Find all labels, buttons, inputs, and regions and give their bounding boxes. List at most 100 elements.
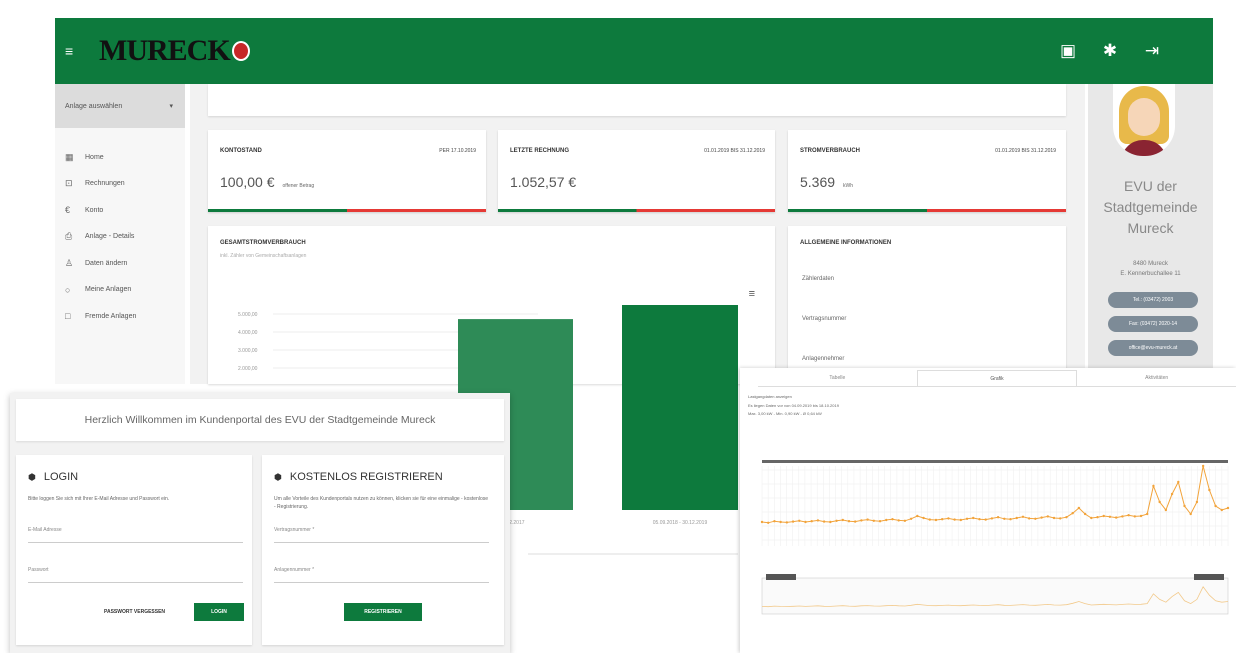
load-point[interactable] (1164, 508, 1168, 512)
load-point[interactable] (1077, 506, 1081, 510)
load-point[interactable] (1127, 514, 1130, 517)
load-point[interactable] (841, 518, 844, 522)
load-point[interactable] (934, 518, 938, 522)
register-button[interactable]: REGISTRIEREN (344, 603, 422, 621)
load-point[interactable] (1102, 514, 1105, 518)
sidebar-item-konto[interactable]: € Konto (55, 197, 185, 224)
load-point[interactable] (922, 516, 925, 520)
load-point[interactable] (1158, 500, 1161, 504)
load-point[interactable] (947, 517, 950, 520)
sidebar-item-meine-anlagen[interactable]: ○ Meine Anlagen (55, 277, 185, 304)
load-point[interactable] (1059, 517, 1062, 520)
load-point[interactable] (779, 520, 782, 524)
tab-tabelle[interactable]: Tabelle (758, 370, 917, 386)
navigator-handle[interactable] (766, 574, 796, 580)
load-point[interactable] (785, 521, 789, 524)
sidebar-item-fremde-anlagen[interactable]: □ Fremde Anlagen (55, 303, 185, 330)
load-point[interactable] (1009, 518, 1012, 521)
load-point[interactable] (965, 517, 969, 520)
load-point[interactable] (872, 519, 876, 522)
load-point[interactable] (760, 520, 764, 524)
load-point[interactable] (810, 520, 813, 523)
load-point[interactable] (1208, 488, 1211, 492)
load-point[interactable] (984, 518, 987, 521)
load-point[interactable] (1114, 516, 1118, 519)
load-point[interactable] (1065, 516, 1068, 519)
range-navigator[interactable] (761, 577, 1229, 615)
load-point[interactable] (1096, 516, 1099, 519)
load-point[interactable] (959, 518, 963, 522)
load-point[interactable] (1027, 517, 1031, 520)
usage-bar[interactable] (622, 305, 738, 510)
load-point[interactable] (1201, 464, 1205, 468)
vertragsnummer-field[interactable]: Vertragsnummer * (274, 527, 489, 543)
load-point[interactable] (1052, 516, 1056, 520)
load-point[interactable] (1108, 515, 1112, 518)
load-point[interactable] (909, 517, 913, 520)
fax-pill[interactable]: Fax: (03472) 2020-14 (1108, 316, 1198, 332)
load-point[interactable] (940, 518, 944, 521)
load-point[interactable] (1183, 504, 1186, 508)
load-point[interactable] (822, 520, 826, 523)
sidebar-item-anlage-details[interactable]: ⎙ Anlage - Details (55, 224, 185, 251)
load-point[interactable] (860, 519, 863, 522)
email-field[interactable]: E-Mail Adresse (28, 527, 243, 543)
load-point[interactable] (1226, 506, 1230, 510)
chart-menu-icon[interactable]: ≡ (749, 288, 755, 300)
load-point[interactable] (1040, 516, 1043, 519)
load-point[interactable] (1214, 504, 1217, 508)
load-point[interactable] (835, 519, 838, 522)
load-point[interactable] (866, 518, 869, 521)
anlage-select[interactable]: Anlage auswählen ▾ (55, 84, 185, 128)
hamburger-icon[interactable]: ≡ (65, 43, 87, 59)
load-point[interactable] (798, 519, 801, 522)
login-button[interactable]: LOGIN (194, 603, 244, 621)
logo[interactable]: MURECK (99, 34, 250, 68)
load-point[interactable] (1220, 508, 1223, 512)
load-point[interactable] (847, 520, 851, 523)
anlagennummer-field[interactable]: Anlagennummer * (274, 567, 489, 583)
load-point[interactable] (1034, 517, 1037, 520)
load-point[interactable] (972, 516, 975, 520)
sidebar-item-home[interactable]: ▦ Home (55, 144, 185, 171)
load-point[interactable] (891, 518, 894, 521)
tab-aktivitaeten[interactable]: Aktivitäten (1077, 370, 1236, 386)
load-point[interactable] (1133, 515, 1136, 518)
load-point[interactable] (816, 519, 820, 522)
load-point[interactable] (1177, 480, 1180, 484)
load-point[interactable] (978, 518, 981, 521)
load-point[interactable] (897, 519, 900, 522)
password-field[interactable]: Passwort (28, 567, 243, 583)
load-point[interactable] (1139, 514, 1143, 518)
tab-grafik[interactable]: Grafik (916, 370, 1078, 386)
load-point[interactable] (916, 514, 919, 518)
load-point[interactable] (791, 520, 795, 523)
load-point[interactable] (990, 517, 994, 520)
load-point[interactable] (928, 518, 931, 521)
load-point[interactable] (1083, 512, 1087, 516)
load-point[interactable] (1189, 512, 1192, 516)
email-pill[interactable]: office@evu-mureck.at (1108, 340, 1198, 356)
load-point[interactable] (953, 518, 956, 521)
tel-pill[interactable]: Tel.: (03472) 2003 (1108, 292, 1198, 308)
load-point[interactable] (878, 520, 882, 523)
load-point[interactable] (1046, 515, 1050, 518)
load-point[interactable] (1021, 515, 1025, 518)
logout-icon[interactable]: ⇥ (1141, 41, 1163, 61)
chat-icon[interactable]: ▣ (1057, 41, 1079, 61)
forgot-password-link[interactable]: PASSWORT VERGESSEN (104, 609, 165, 615)
load-point[interactable] (1146, 512, 1149, 516)
load-point[interactable] (903, 519, 907, 522)
load-point[interactable] (804, 520, 807, 524)
load-point[interactable] (885, 518, 888, 522)
gear-icon[interactable]: ✱ (1099, 41, 1121, 61)
load-point[interactable] (1071, 512, 1074, 515)
navigator-handle[interactable] (1194, 574, 1224, 580)
load-point[interactable] (1121, 515, 1124, 518)
load-point[interactable] (1170, 492, 1174, 496)
load-point[interactable] (773, 520, 776, 523)
load-point[interactable] (1015, 516, 1018, 520)
load-point[interactable] (767, 521, 770, 524)
load-point[interactable] (854, 520, 857, 523)
load-point[interactable] (1152, 484, 1155, 488)
